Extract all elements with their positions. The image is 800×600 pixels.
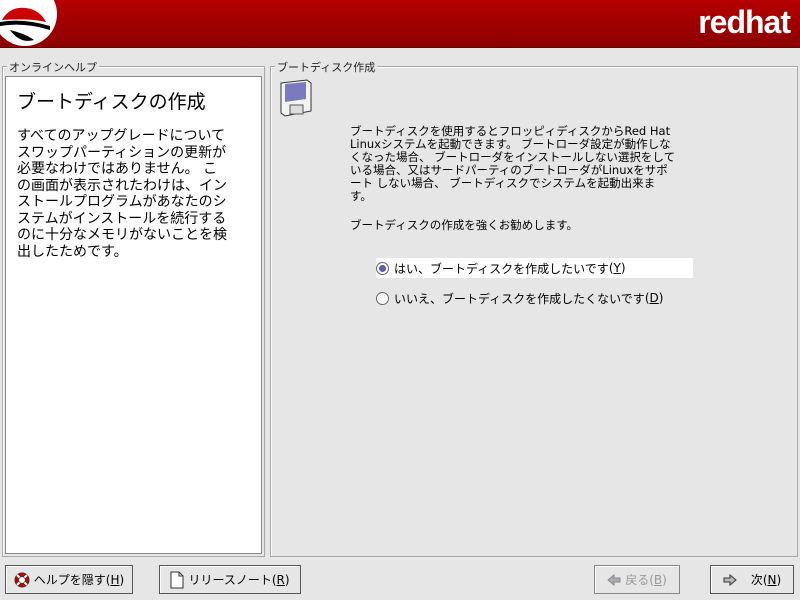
shortcut-key: H: [110, 573, 120, 587]
shortcut-key: Y: [613, 261, 621, 275]
recommendation-text: ブートディスクの作成を強くお勧めします。: [350, 218, 579, 232]
radio-yes-create-boot-disk[interactable]: はい、ブートディスクを作成したいです(Y): [376, 258, 693, 278]
shortcut-key: R: [276, 573, 285, 587]
help-text-line: スワップパーティションの更新が: [17, 144, 227, 161]
next-label: 次: [750, 573, 763, 587]
help-frame-title: オンラインヘルプ: [7, 59, 99, 75]
redhat-shadowman-logo: [0, 0, 57, 46]
radio-yes-label: はい、ブートディスクを作成したいです: [394, 261, 609, 276]
main-frame-title: ブートディスク作成: [275, 59, 378, 75]
boot-disk-frame: ブートディスク作成 ブートディスクを使用するとフロッピィディスクからRed Ha…: [270, 59, 798, 557]
help-text-line: ステムがインストールを続行する: [17, 210, 227, 227]
help-text-line: すべてのアップグレードについて: [17, 128, 226, 144]
shortcut-key: N: [767, 573, 777, 587]
release-notes-label: リリースノート: [188, 573, 272, 587]
help-title: ブートディスクの作成: [17, 91, 206, 113]
release-notes-button[interactable]: リリースノート(R): [159, 565, 301, 594]
help-text-area: ブートディスクの作成 すべてのアップグレードについて スワップパーティションの更新…: [5, 76, 262, 554]
redhat-logo-text: redhat: [698, 4, 791, 40]
help-text-line: 必要なわけではありません。 こ: [17, 161, 218, 177]
help-text-line: の画面が表示されたわけは、イン: [17, 177, 227, 194]
radio-button-unselected[interactable]: [376, 291, 389, 305]
floppy-disk-icon: [280, 79, 312, 117]
shortcut-key: B: [653, 573, 663, 587]
back-label: 戻る: [625, 573, 650, 587]
arrow-left-icon: [607, 573, 621, 586]
arrow-right-icon: [723, 573, 737, 586]
hide-help-button[interactable]: ヘルプを隠す(H): [5, 565, 133, 594]
help-text-line: 出したためです。: [17, 243, 128, 260]
online-help-frame: オンラインヘルプ ブートディスクの作成 すべてのアップグレードについて スワップパ…: [2, 59, 265, 557]
document-icon: [170, 571, 184, 588]
radio-button-selected[interactable]: [376, 261, 389, 275]
boot-disk-description: ブートディスクを使用するとフロッピィディスクからRed Hat Linuxシステ…: [350, 124, 676, 203]
help-text-line: ストールプログラムがあなたのシ: [17, 194, 227, 210]
back-button[interactable]: 戻る(B): [594, 565, 680, 594]
next-button[interactable]: 次(N): [710, 565, 794, 594]
header-banner: redhat: [0, 0, 800, 48]
lifebuoy-icon: [14, 572, 30, 587]
radio-no-boot-disk[interactable]: いいえ、ブートディスクを作成したくないです(D): [376, 288, 667, 308]
shortcut-key: D: [649, 291, 659, 305]
help-text-line: のに十分なメモリがないことを検: [17, 227, 227, 243]
hide-help-label: ヘルプを隠す: [33, 573, 106, 587]
radio-no-label: いいえ、ブートディスクを作成したくないです: [394, 291, 645, 306]
